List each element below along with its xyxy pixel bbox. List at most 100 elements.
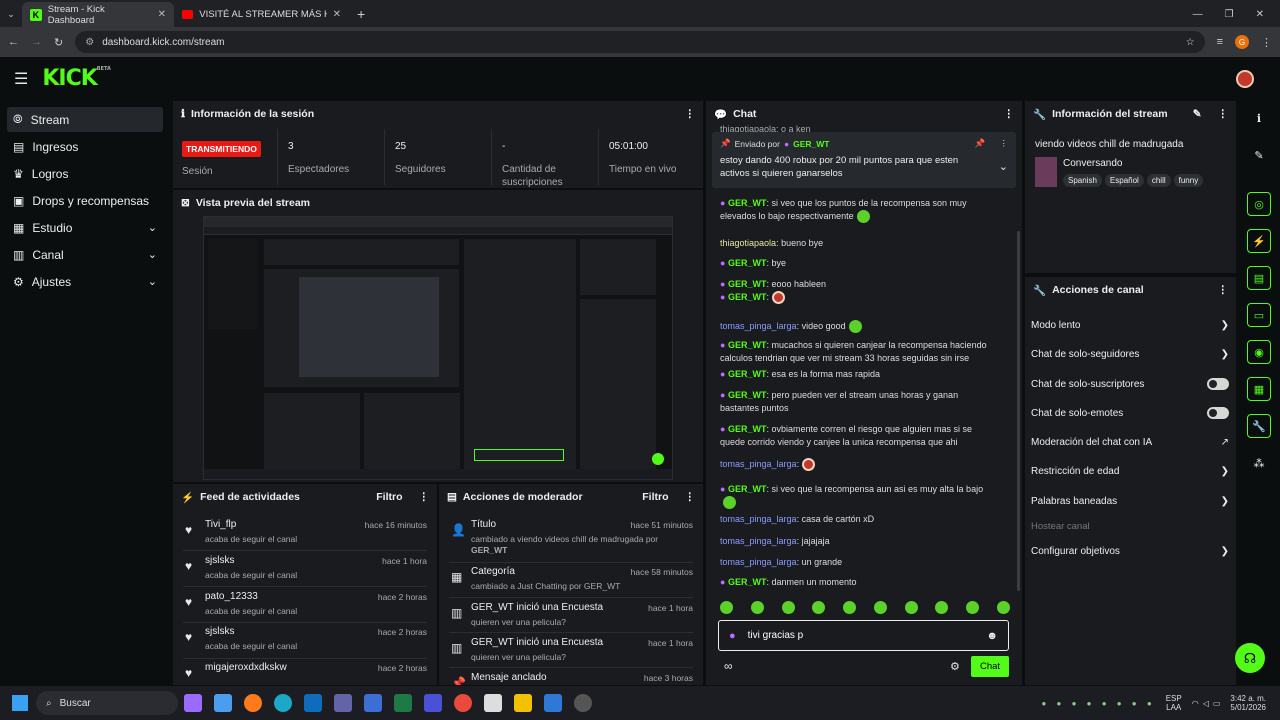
wrench-rail-icon[interactable]: 🔧 xyxy=(1247,414,1271,438)
sidebar-item-ajustes[interactable]: ⚙ Ajustes ⌄ xyxy=(7,269,163,294)
forward-icon[interactable]: → xyxy=(31,36,42,48)
minimize-icon[interactable]: — xyxy=(1193,9,1203,20)
browser-menu-icon[interactable]: ⋮ xyxy=(1261,36,1272,49)
edit-rail-icon[interactable]: ✎ xyxy=(1247,143,1271,167)
wifi-icon[interactable]: ◠ xyxy=(1192,699,1199,708)
window-close-icon[interactable]: ✕ xyxy=(1256,9,1264,20)
app-icon[interactable] xyxy=(424,694,442,712)
chat-username[interactable]: tomas_pinga_larga xyxy=(720,557,797,567)
sidebar-item-ingresos[interactable]: ▤ Ingresos xyxy=(7,134,163,159)
action-age-restriction[interactable]: Restricción de edad ❯ xyxy=(1031,461,1229,481)
action-goals[interactable]: Configurar objetivos ❯ xyxy=(1031,541,1229,561)
clock[interactable]: 3:42 a. m. 5/01/2026 xyxy=(1230,694,1266,712)
chat-input[interactable]: ● tivi gracias p ☻ xyxy=(718,620,1009,651)
lightning-rail-icon[interactable]: ⚡ xyxy=(1247,229,1271,253)
browser-tab-youtube[interactable]: VISITÉ AL STREAMER MÁS HUM ✕ xyxy=(174,2,349,27)
send-chat-button[interactable]: Chat xyxy=(971,656,1009,677)
emote-icon[interactable] xyxy=(996,601,1010,614)
sidebar-item-drops[interactable]: ▣ Drops y recompensas xyxy=(7,188,163,213)
firefox-icon[interactable] xyxy=(244,694,262,712)
emote-icon[interactable] xyxy=(812,601,826,614)
emote-icon[interactable] xyxy=(781,601,795,614)
windows-start-icon[interactable] xyxy=(12,695,28,711)
tray-icons[interactable]: ● ● ● ● ● ● ● ● xyxy=(1041,699,1155,708)
back-icon[interactable]: ← xyxy=(8,36,19,48)
chat-username[interactable]: GER_WT xyxy=(728,258,767,268)
more-icon[interactable]: ⋮ xyxy=(1004,108,1015,120)
subs-only-toggle[interactable] xyxy=(1207,378,1229,390)
emote-icon[interactable] xyxy=(904,601,918,614)
filter-button[interactable]: Filtro xyxy=(376,491,402,503)
chat-username[interactable]: thiagotiapaola xyxy=(720,238,776,248)
outlook-icon[interactable] xyxy=(304,694,322,712)
more-icon[interactable]: ⋮ xyxy=(419,491,430,503)
stream-preview-video[interactable] xyxy=(203,216,673,480)
sidebar-item-canal[interactable]: ▥ Canal ⌄ xyxy=(7,242,163,267)
emote-icon[interactable] xyxy=(843,601,857,614)
new-tab-button[interactable]: + xyxy=(357,6,365,22)
points-icon[interactable]: ∞ xyxy=(724,659,733,673)
emote-icon[interactable] xyxy=(873,601,887,614)
action-ai-moderation[interactable]: Moderación del chat con IA ↗ xyxy=(1031,432,1229,452)
taskbar-search[interactable]: ⌕ Buscar xyxy=(36,691,178,715)
tab-list-chevron-icon[interactable]: ⌄ xyxy=(0,2,22,27)
mod-rail-icon[interactable]: ▦ xyxy=(1247,377,1271,401)
edge-icon[interactable] xyxy=(274,694,292,712)
focus-rail-icon[interactable]: ◎ xyxy=(1247,192,1271,216)
unpin-icon[interactable]: 📌 xyxy=(975,138,986,149)
close-icon[interactable]: ✕ xyxy=(158,9,166,20)
chrome-icon[interactable] xyxy=(454,694,472,712)
folder-icon[interactable] xyxy=(514,694,532,712)
chat-username[interactable]: GER_WT xyxy=(728,484,767,494)
user-avatar[interactable] xyxy=(1236,69,1254,88)
bookmark-star-icon[interactable]: ☆ xyxy=(1186,37,1195,48)
chat-scrollbar[interactable] xyxy=(1017,231,1020,591)
store-icon[interactable] xyxy=(214,694,232,712)
battery-icon[interactable]: ▭ xyxy=(1213,699,1221,708)
kick-logo[interactable]: KICKBETA xyxy=(42,66,111,91)
chat-username[interactable]: GER_WT xyxy=(728,424,767,434)
excel-icon[interactable] xyxy=(394,694,412,712)
chat-username[interactable]: GER_WT xyxy=(728,340,767,350)
copilot-icon[interactable] xyxy=(184,694,202,712)
emote-icon[interactable] xyxy=(935,601,949,614)
emote-icon[interactable] xyxy=(750,601,764,614)
chat-username[interactable]: tomas_pinga_larga xyxy=(720,321,797,331)
sidebar-item-estudio[interactable]: ▦ Estudio ⌄ xyxy=(7,215,163,240)
sidebar-item-stream[interactable]: ⦾ Stream xyxy=(7,107,163,132)
photos-icon[interactable] xyxy=(544,694,562,712)
chat-username[interactable]: tomas_pinga_larga xyxy=(720,514,797,524)
chat-username[interactable]: GER_WT xyxy=(728,292,767,302)
document-rail-icon[interactable]: ▤ xyxy=(1247,266,1271,290)
reload-icon[interactable]: ↻ xyxy=(54,36,63,49)
site-info-icon[interactable]: ⚙ xyxy=(85,37,94,48)
chat-username[interactable]: GER_WT xyxy=(728,198,767,208)
reading-list-icon[interactable]: ≡ xyxy=(1217,36,1223,48)
broadcast-rail-icon[interactable]: ◉ xyxy=(1247,340,1271,364)
emote-icon[interactable] xyxy=(720,601,733,614)
emotes-only-toggle[interactable] xyxy=(1207,407,1229,419)
browser-tab-kick[interactable]: K Stream - Kick Dashboard ✕ xyxy=(22,2,174,27)
maximize-icon[interactable]: ❐ xyxy=(1225,9,1234,20)
chat-username[interactable]: GER_WT xyxy=(728,577,767,587)
more-icon[interactable]: ⋮ xyxy=(685,108,696,120)
chat-username[interactable]: tomas_pinga_larga xyxy=(720,459,797,469)
help-button[interactable]: ☊ xyxy=(1235,643,1265,673)
chat-username[interactable]: GER_WT xyxy=(728,390,767,400)
chat-username[interactable]: tomas_pinga_larga xyxy=(720,536,797,546)
profile-avatar[interactable]: G xyxy=(1235,35,1249,49)
volume-icon[interactable]: ◁ xyxy=(1203,699,1209,708)
action-banned-words[interactable]: Palabras baneadas ❯ xyxy=(1031,491,1229,511)
obs-icon[interactable] xyxy=(574,694,592,712)
notes-icon[interactable] xyxy=(484,694,502,712)
action-slow-mode[interactable]: Modo lento ❯ xyxy=(1031,315,1229,335)
filter-button[interactable]: Filtro xyxy=(642,491,668,503)
more-icon[interactable]: ⋮ xyxy=(1218,284,1229,296)
info-rail-icon[interactable]: ℹ xyxy=(1247,106,1271,130)
emoji-icon[interactable]: ☻ xyxy=(986,630,998,642)
close-icon[interactable]: ✕ xyxy=(333,9,341,20)
mail-icon[interactable] xyxy=(364,694,382,712)
address-bar[interactable]: ⚙ dashboard.kick.com/stream ☆ xyxy=(75,31,1205,53)
language-indicator[interactable]: ESP LAA xyxy=(1166,694,1182,712)
chat-rail-icon[interactable]: ▭ xyxy=(1247,303,1271,327)
